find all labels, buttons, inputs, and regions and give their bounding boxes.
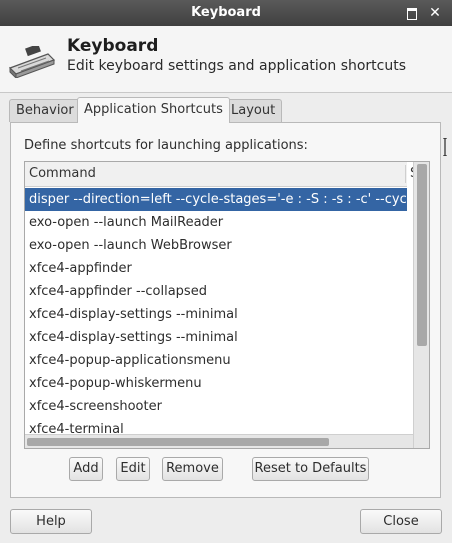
column-separator <box>405 165 406 183</box>
table-row[interactable]: disper --direction=left --cycle-stages='… <box>25 188 407 211</box>
table-row[interactable]: xfce4-popup-applicationsmenuA <box>25 349 407 372</box>
maximize-icon[interactable] <box>404 5 420 21</box>
close-button[interactable]: Close <box>360 509 442 534</box>
vertical-scrollbar[interactable] <box>413 162 429 448</box>
command-cell: exo-open --launch WebBrowser <box>29 238 232 253</box>
horizontal-scroll-thumb[interactable] <box>27 438 329 446</box>
tab-behavior[interactable]: Behavior <box>9 99 81 122</box>
add-button[interactable]: Add <box>69 457 103 481</box>
shortcuts-panel: Define shortcuts for launching applicati… <box>10 122 441 498</box>
panel-description: Define shortcuts for launching applicati… <box>24 138 308 153</box>
command-cell: xfce4-popup-applicationsmenu <box>29 353 231 368</box>
close-icon[interactable]: ✕ <box>427 5 443 21</box>
title-bar: Keyboard ✕ <box>0 0 452 26</box>
help-button[interactable]: Help <box>10 509 92 534</box>
command-cell: xfce4-screenshooter <box>29 399 162 414</box>
command-cell: exo-open --launch MailReader <box>29 215 224 230</box>
table-row[interactable]: xfce4-appfinder --collapsedA <box>25 280 407 303</box>
remove-button[interactable]: Remove <box>162 457 223 481</box>
vertical-scroll-thumb[interactable] <box>417 164 427 346</box>
dialog-header: Keyboard Edit keyboard settings and appl… <box>0 26 452 93</box>
column-header: Command S <box>25 162 418 187</box>
command-cell: disper --direction=left --cycle-stages='… <box>29 192 407 207</box>
command-cell: xfce4-display-settings --minimal <box>29 307 238 322</box>
command-cell: xfce4-appfinder <box>29 261 132 276</box>
command-cell: xfce4-display-settings --minimal <box>29 330 238 345</box>
table-row[interactable]: xfce4-display-settings --minimalS <box>25 303 407 326</box>
column-command[interactable]: Command <box>29 166 96 181</box>
shortcut-rows: disper --direction=left --cycle-stages='… <box>25 188 407 441</box>
table-row[interactable]: xfce4-appfinderA <box>25 257 407 280</box>
edit-button[interactable]: Edit <box>116 457 150 481</box>
command-cell: xfce4-popup-whiskermenu <box>29 376 202 391</box>
table-row[interactable]: xfce4-screenshooterP <box>25 395 407 418</box>
text-cursor-icon <box>443 138 447 156</box>
horizontal-scrollbar[interactable] <box>25 434 413 448</box>
keyboard-icon <box>8 46 56 78</box>
table-row[interactable]: xfce4-display-settings --minimalX <box>25 326 407 349</box>
reset-to-defaults-button[interactable]: Reset to Defaults <box>252 457 369 481</box>
table-row[interactable]: xfce4-popup-whiskermenuS <box>25 372 407 395</box>
header-subtitle: Edit keyboard settings and application s… <box>67 58 407 74</box>
tab-application-shortcuts[interactable]: Application Shortcuts <box>77 97 230 123</box>
window-title: Keyboard <box>191 5 261 20</box>
header-title: Keyboard <box>67 36 159 56</box>
tab-layout[interactable]: Layout <box>224 99 283 122</box>
command-cell: xfce4-appfinder --collapsed <box>29 284 207 299</box>
table-row[interactable]: exo-open --launch MailReaderX <box>25 211 407 234</box>
table-row[interactable]: exo-open --launch WebBrowserX <box>25 234 407 257</box>
shortcuts-list[interactable]: Command S disper --direction=left --cycl… <box>24 161 430 449</box>
